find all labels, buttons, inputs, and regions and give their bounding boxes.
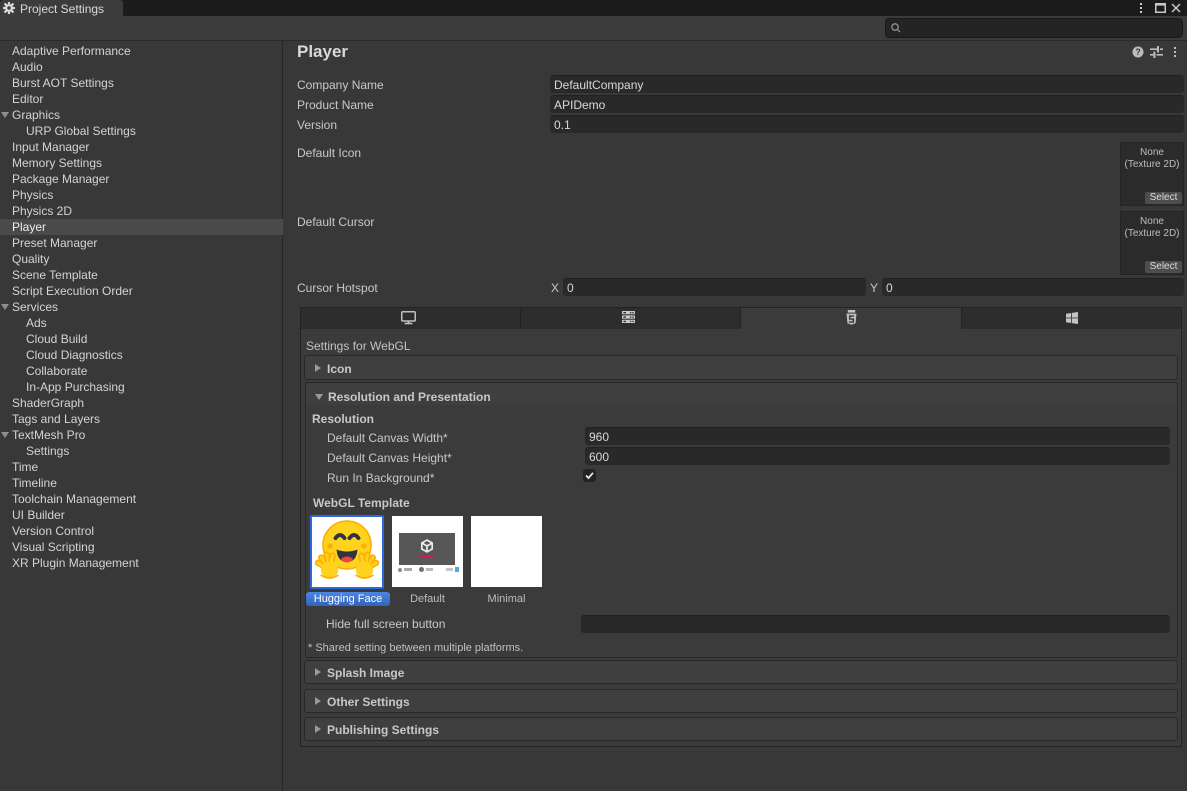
svg-text:?: ? <box>1135 47 1141 57</box>
